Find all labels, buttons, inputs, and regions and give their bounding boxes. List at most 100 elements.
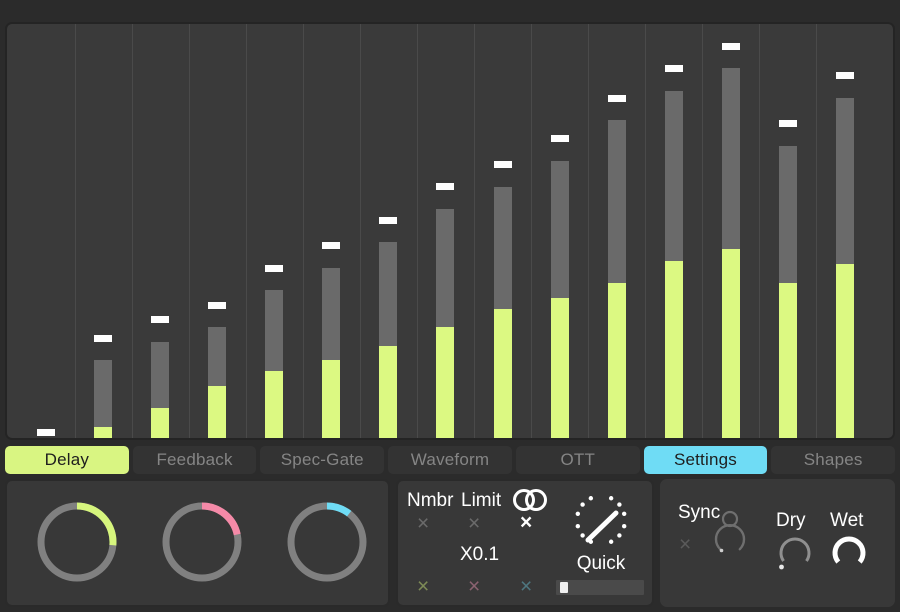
bar-filled-segment [208, 386, 227, 438]
gridline [131, 24, 133, 438]
bar-13[interactable] [721, 24, 740, 438]
wet-label: Wet [830, 510, 864, 531]
ring-knob-pink[interactable] [159, 499, 245, 585]
delay-bar-graph[interactable] [5, 22, 895, 440]
bar-6[interactable] [322, 24, 341, 438]
gridline [702, 24, 704, 438]
bar-7[interactable] [379, 24, 398, 438]
nmbr-toggle[interactable]: × [417, 513, 429, 534]
bar-marker[interactable] [664, 65, 683, 72]
plugin-window: Delay Feedback Spec-Gate Waveform OTT Setting… [0, 0, 900, 612]
tab-label: Spec-Gate [280, 450, 364, 469]
bar-10[interactable] [550, 24, 569, 438]
tab-spec-gate[interactable]: Spec-Gate [260, 446, 385, 474]
bar-marker[interactable] [379, 217, 398, 224]
bar-marker[interactable] [265, 265, 284, 272]
bar-1[interactable] [37, 24, 55, 438]
limit-toggle[interactable]: × [468, 513, 480, 534]
bars-layer[interactable] [7, 24, 893, 438]
tab-ott[interactable]: OTT [515, 446, 640, 474]
bar-filled-segment [265, 371, 284, 438]
gridline [645, 24, 647, 438]
tab-label: Settings [673, 450, 737, 469]
multiplier-label[interactable]: X0.1 [460, 544, 499, 566]
gridline [759, 24, 761, 438]
bar-filled-segment [322, 360, 341, 438]
bar-marker[interactable] [721, 43, 740, 50]
bar-marker[interactable] [778, 120, 797, 127]
ring-knob-cyan[interactable] [284, 499, 370, 585]
tab-waveform[interactable]: Waveform [388, 446, 512, 474]
gridline [474, 24, 475, 438]
bar-filled-segment [550, 298, 569, 438]
tab-bar[interactable]: Delay Feedback Spec-Gate Waveform OTT Setting… [5, 446, 896, 474]
bar-2[interactable] [94, 24, 113, 438]
gridline [245, 24, 247, 438]
pink-toggle[interactable]: × [468, 576, 480, 597]
green-toggle[interactable]: × [417, 576, 429, 597]
ring-knob-green[interactable] [34, 499, 120, 585]
tab-feedback[interactable]: Feedback [132, 446, 257, 474]
tab-label: Delay [44, 450, 90, 469]
wet-knob[interactable] [826, 533, 872, 582]
link-toggle[interactable]: × [520, 512, 532, 533]
bar-15[interactable] [835, 24, 854, 438]
tab-delay[interactable]: Delay [5, 446, 129, 474]
bar-marker[interactable] [322, 242, 341, 249]
tab-settings[interactable]: Settings [643, 446, 768, 474]
bar-14[interactable] [778, 24, 797, 438]
bar-12[interactable] [664, 24, 683, 438]
cyan-toggle[interactable]: × [520, 576, 532, 597]
dry-knob[interactable] [772, 533, 818, 582]
gridline [588, 24, 590, 438]
gridline [531, 24, 533, 438]
main-knobs-panel [5, 479, 390, 607]
nmbr-label: Nmbr [407, 490, 454, 511]
gridline [74, 24, 76, 438]
bar-filled-segment [607, 283, 626, 438]
tab-shapes[interactable]: Shapes [771, 446, 896, 474]
bar-marker[interactable] [607, 95, 626, 102]
bar-8[interactable] [436, 24, 455, 438]
quick-label: Quick [576, 553, 626, 574]
limit-label: Limit [461, 490, 502, 511]
tab-label: Feedback [156, 450, 233, 469]
bar-filled-segment [778, 283, 797, 438]
dry-label: Dry [776, 510, 806, 531]
bar-marker[interactable] [835, 72, 854, 79]
tab-label: Waveform [410, 450, 490, 469]
bar-marker[interactable] [151, 316, 170, 323]
bar-11[interactable] [607, 24, 626, 438]
bar-filled-segment [835, 264, 854, 438]
bar-3[interactable] [151, 24, 170, 438]
bar-marker[interactable] [493, 161, 512, 168]
gridline [302, 24, 304, 438]
gridline [188, 24, 190, 438]
bar-filled-segment [721, 249, 740, 438]
quick-slider[interactable] [556, 580, 644, 595]
tab-label: Shapes [803, 450, 863, 469]
mix-panel: Sync × Dry Wet [660, 479, 895, 607]
quick-slider-handle[interactable] [559, 582, 568, 593]
gridline [359, 24, 361, 438]
bar-filled-segment [94, 427, 113, 438]
bar-4[interactable] [208, 24, 227, 438]
bar-marker[interactable] [550, 135, 569, 142]
bar-filled-segment [379, 346, 398, 438]
bar-5[interactable] [265, 24, 284, 438]
bar-marker[interactable] [208, 302, 227, 309]
bar-filled-segment [151, 408, 170, 438]
bar-9[interactable] [493, 24, 512, 438]
bar-filled-segment [436, 327, 455, 438]
bar-filled-segment [493, 309, 512, 438]
tab-label: OTT [560, 450, 596, 469]
dotted-dial-icon[interactable] [568, 492, 634, 550]
bar-marker[interactable] [436, 183, 455, 190]
bar-marker[interactable] [94, 335, 113, 342]
bar-filled-segment [664, 261, 683, 438]
bar-marker[interactable] [37, 429, 55, 436]
gridline [816, 24, 818, 438]
gridline [416, 24, 418, 438]
sync-knob[interactable] [711, 510, 749, 561]
sync-toggle[interactable]: × [679, 534, 691, 555]
